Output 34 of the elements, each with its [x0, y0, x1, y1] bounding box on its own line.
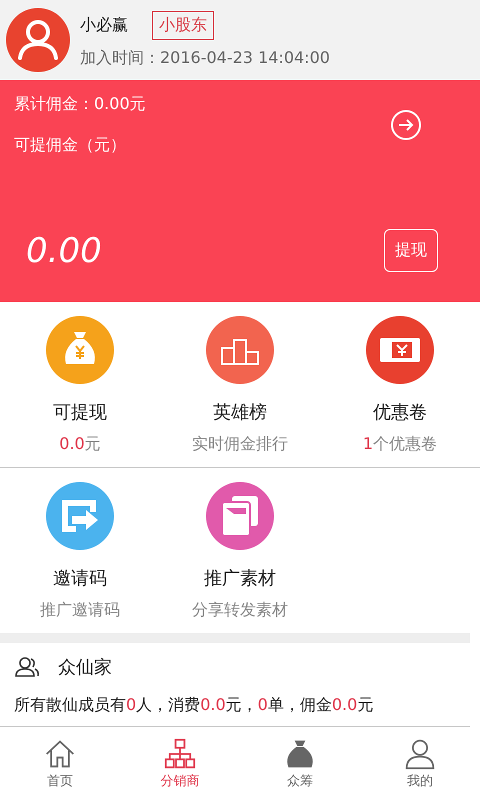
withdrawable-label: 可提佣金（元） [14, 135, 127, 156]
feature-title: 可提现 [53, 401, 107, 424]
feature-subtitle: 实时佣金排行 [192, 434, 288, 455]
rank-badge: 小股东 [152, 11, 214, 40]
avatar-icon[interactable] [6, 8, 70, 72]
money-bag-icon[interactable] [46, 316, 114, 384]
feature-title: 邀请码 [53, 567, 107, 590]
coupon-icon[interactable] [366, 316, 434, 384]
group-icon [14, 656, 40, 678]
person-icon [404, 738, 436, 770]
home-icon [44, 738, 76, 770]
tab[interactable]: 众筹 [240, 738, 360, 790]
feature-title: 推广素材 [204, 567, 276, 590]
tab[interactable]: 我的 [360, 738, 480, 790]
feature-title: 英雄榜 [213, 401, 267, 424]
feature-subtitle: 分享转发素材 [192, 600, 288, 621]
share-icon[interactable] [46, 482, 114, 550]
tab[interactable]: 首页 [0, 738, 120, 790]
arrow-right-icon[interactable] [390, 109, 422, 141]
total-commission: 累计佣金：0.00元 [14, 94, 146, 115]
feature-subtitle: 0.0元 [59, 434, 101, 455]
feature-subtitle: 1个优惠卷 [362, 434, 438, 455]
withdrawable-amount: 0.00 [26, 230, 102, 270]
withdraw-button[interactable]: 提现 [384, 229, 438, 272]
tree-icon [164, 738, 196, 770]
join-time: 加入时间：2016-04-23 14:04:00 [80, 48, 330, 69]
podium-icon[interactable] [206, 316, 274, 384]
material-icon[interactable] [206, 482, 274, 550]
feature-title: 优惠卷 [373, 401, 427, 424]
team-summary: 所有散仙成员有0人，消费0.0元，0单，佣金0.0元 [14, 695, 374, 716]
feature-subtitle: 推广邀请码 [40, 600, 120, 621]
team-title: 众仙家 [58, 656, 112, 679]
tab[interactable]: 分销商 [120, 738, 240, 790]
user-name: 小必赢 [80, 15, 128, 36]
